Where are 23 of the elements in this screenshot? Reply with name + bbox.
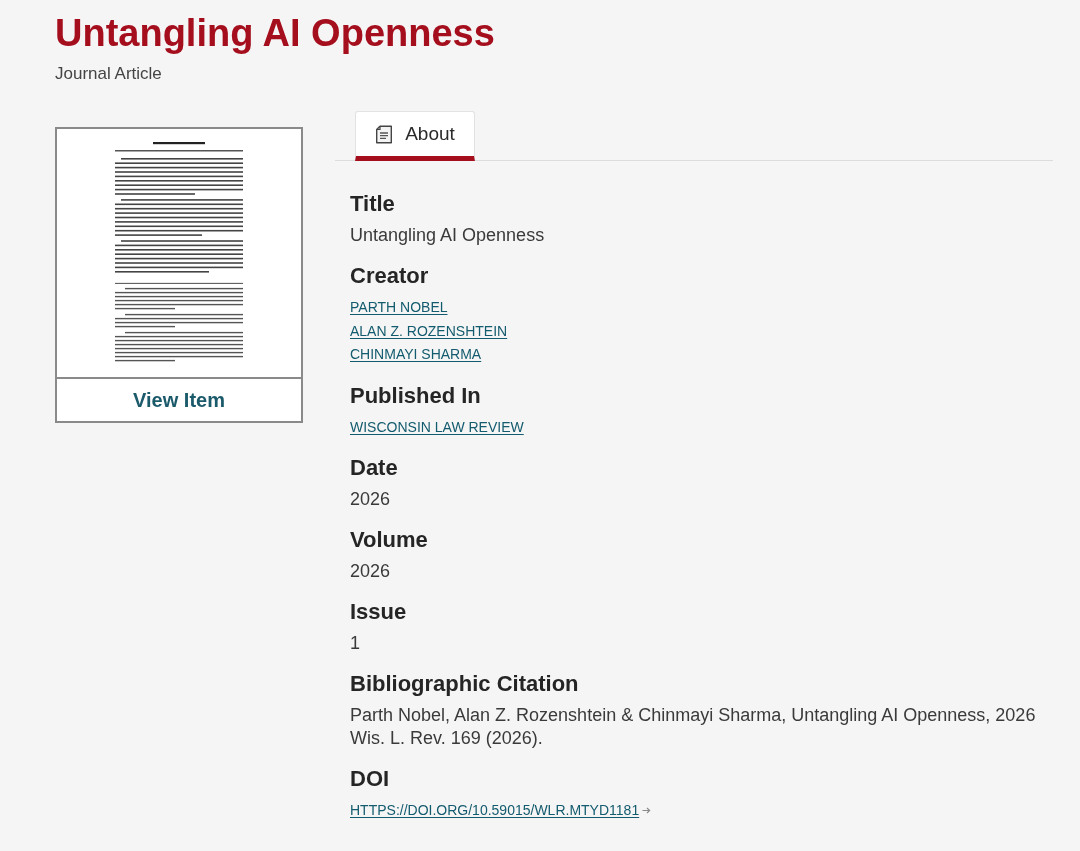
field-label: Volume — [350, 526, 428, 554]
field-link[interactable]: CHINMAYI SHARMA — [350, 343, 482, 367]
arrow-icon — [642, 807, 652, 815]
external-link[interactable]: HTTPS://DOI.ORG/10.59015/WLR.MTYD1181 — [350, 799, 640, 823]
field-link[interactable]: WISCONSIN LAW REVIEW — [350, 415, 524, 439]
field-label: Issue — [350, 598, 407, 626]
page-title: Untangling AI Openness — [55, 11, 495, 56]
field-value: Untangling AI Openness — [350, 224, 545, 247]
field-label: Title — [350, 190, 395, 218]
field-value: Parth Nobel, Alan Z. Rozenshtein & Chinmayi Sharma, Untangling AI Openness, 2026 Wis. L. Rev. 169 (2026). — [350, 704, 1037, 750]
field-link[interactable]: ALAN Z. ROZENSHTEIN — [350, 319, 508, 343]
field-label: Bibliographic Citation — [350, 670, 579, 698]
about-tab[interactable]: About — [355, 111, 475, 161]
field-label: Published In — [350, 381, 481, 410]
field-value: 2026 — [350, 560, 391, 583]
field-label: Date — [350, 454, 398, 482]
field-link[interactable]: PARTH NOBEL — [350, 296, 448, 320]
item-type-label: Journal Article — [55, 64, 162, 83]
field-label: Creator — [350, 262, 429, 290]
document-icon — [375, 124, 394, 144]
field-value: 1 — [350, 632, 360, 655]
field-value: 2026 — [350, 488, 391, 511]
field-label: DOI — [350, 765, 390, 793]
